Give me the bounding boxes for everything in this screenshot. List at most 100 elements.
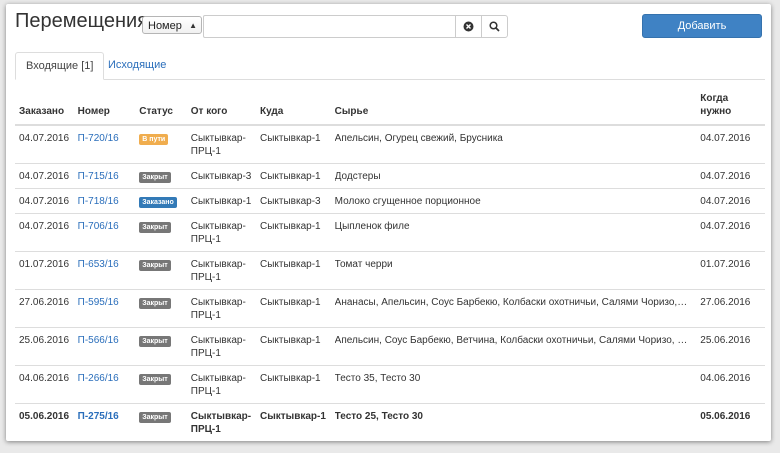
table-row[interactable]: 27.06.2016 П-595/16 Закрыт Сыктывкар-ПРЦ-1 С… <box>15 289 765 328</box>
cell-from-cell: Сыктывкар-3 <box>186 163 257 189</box>
cell-from: Сыктывкар-ПРЦ-1 <box>190 297 246 321</box>
cell-status-cell: Закрыт <box>135 403 187 441</box>
cell-to-cell: Сыктывкар-1 <box>256 289 331 328</box>
cell-to-cell: Сыктывкар-1 <box>256 124 331 164</box>
cell-ordered: 04.07.2016 <box>19 221 70 232</box>
cell-from: Сыктывкар-ПРЦ-1 <box>190 335 246 359</box>
cell-from-cell: Сыктывкар-ПРЦ-1 <box>186 251 257 290</box>
cell-materials: Ананасы, Апельсин, Соус Барбекю, Колбаск… <box>334 297 689 308</box>
cell-number-link[interactable]: П-718/16 <box>78 196 119 207</box>
cell-number-cell: П-706/16 <box>73 213 136 252</box>
status-badge: Закрыт <box>139 298 171 309</box>
cell-to: Сыктывкар-1 <box>260 335 321 346</box>
clear-search-button[interactable] <box>455 15 482 38</box>
cell-from: Сыктывкар-ПРЦ-1 <box>190 373 246 397</box>
cell-materials: Тесто 35, Тесто 30 <box>334 373 421 384</box>
cell-needed: 01.07.2016 <box>700 259 751 270</box>
cell-materials-cell: Цыпленок филе <box>330 213 697 252</box>
cell-materials-cell: Апельсин, Огурец свежий, Брусника <box>330 124 697 164</box>
status-badge: Заказано <box>139 197 177 208</box>
table-row[interactable]: 05.06.2016 П-275/16 Закрыт Сыктывкар-ПРЦ-1 С… <box>15 403 765 441</box>
cell-status-cell: Закрыт <box>135 289 187 328</box>
cell-to: Сыктывкар-1 <box>260 133 321 144</box>
cell-number-link[interactable]: П-566/16 <box>78 335 119 346</box>
cell-number-link[interactable]: П-720/16 <box>78 133 119 144</box>
column-header-to[interactable]: Куда <box>256 92 331 126</box>
cell-number-cell: П-718/16 <box>73 188 136 214</box>
cell-status-cell: Заказано <box>135 188 187 214</box>
cell-needed: 04.07.2016 <box>700 221 751 232</box>
cell-ordered: 04.06.2016 <box>19 373 70 384</box>
column-header-ordered[interactable]: Заказано <box>15 92 74 126</box>
add-transfer-button[interactable]: Добавить перемещение <box>642 14 762 54</box>
cell-from-cell: Сыктывкар-1 <box>186 188 257 214</box>
cell-number-cell: П-266/16 <box>73 365 136 404</box>
status-badge: В пути <box>139 134 169 145</box>
cell-status-cell: Закрыт <box>135 327 187 366</box>
cell-needed: 27.06.2016 <box>700 297 751 308</box>
cell-materials: Тесто 25, Тесто 30 <box>334 411 423 422</box>
cell-materials-cell: Додстеры <box>330 163 697 189</box>
search-button[interactable] <box>481 15 508 38</box>
cell-materials: Апельсин, Огурец свежий, Брусника <box>334 133 503 144</box>
table-row[interactable]: 04.06.2016 П-266/16 Закрыт Сыктывкар-ПРЦ-1 С… <box>15 365 765 404</box>
page-title: Перемещения <box>15 10 149 32</box>
cell-number-link[interactable]: П-275/16 <box>78 411 119 422</box>
status-badge: Закрыт <box>139 412 171 423</box>
column-header-status[interactable]: Статус <box>135 92 187 126</box>
cell-needed-cell: 05.06.2016 <box>696 403 765 441</box>
cell-from: Сыктывкар-ПРЦ-1 <box>190 259 246 283</box>
search-input[interactable] <box>203 15 456 38</box>
cell-number-link[interactable]: П-706/16 <box>78 221 119 232</box>
cell-materials-cell: Апельсин, Соус Барбекю, Ветчина, Колбаск… <box>330 327 697 366</box>
select-value: Номер <box>148 20 182 32</box>
table-row[interactable]: 04.07.2016 П-715/16 Закрыт Сыктывкар-3 Сыкты… <box>15 163 765 189</box>
table-row[interactable]: 25.06.2016 П-566/16 Закрыт Сыктывкар-ПРЦ-1 С… <box>15 327 765 366</box>
cell-from-cell: Сыктывкар-ПРЦ-1 <box>186 365 257 404</box>
cell-from-cell: Сыктывкар-ПРЦ-1 <box>186 403 257 441</box>
cell-to-cell: Сыктывкар-1 <box>256 327 331 366</box>
cell-from-cell: Сыктывкар-ПРЦ-1 <box>186 327 257 366</box>
cell-materials: Цыпленок филе <box>334 221 410 232</box>
cell-needed: 04.07.2016 <box>700 196 751 207</box>
cell-ordered-cell: 25.06.2016 <box>15 327 74 366</box>
column-header-materials[interactable]: Сырье <box>330 92 697 126</box>
cell-ordered-cell: 04.06.2016 <box>15 365 74 404</box>
cell-ordered: 25.06.2016 <box>19 335 70 346</box>
cell-status-cell: Закрыт <box>135 213 187 252</box>
cell-from: Сыктывкар-3 <box>190 171 252 182</box>
cell-to-cell: Сыктывкар-1 <box>256 163 331 189</box>
column-header-number[interactable]: Номер <box>73 92 136 126</box>
table-row[interactable]: 04.07.2016 П-718/16 Заказано Сыктывкар-1 Сык… <box>15 188 765 214</box>
tab-outgoing[interactable]: Исходящие <box>98 52 176 79</box>
search-field-select[interactable]: Номер ▲ <box>142 16 202 34</box>
cell-to-cell: Сыктывкар-1 <box>256 365 331 404</box>
tab-incoming[interactable]: Входящие [1] <box>15 52 105 80</box>
cell-materials-cell: Томат черри <box>330 251 697 290</box>
table-row[interactable]: 04.07.2016 П-720/16 В пути Сыктывкар-ПРЦ-1 С… <box>15 124 765 164</box>
cell-from: Сыктывкар-ПРЦ-1 <box>190 133 246 157</box>
status-badge: Закрыт <box>139 336 171 347</box>
column-header-from[interactable]: От кого <box>186 92 257 126</box>
cell-number-link[interactable]: П-715/16 <box>78 171 119 182</box>
cell-to-cell: Сыктывкар-1 <box>256 403 331 441</box>
table-row[interactable]: 01.07.2016 П-653/16 Закрыт Сыктывкар-ПРЦ-1 С… <box>15 251 765 290</box>
cell-number-link[interactable]: П-266/16 <box>78 373 119 384</box>
transfers-table: Заказано Номер Статус От кого Куда Сырье… <box>15 92 765 441</box>
cell-status-cell: Закрыт <box>135 163 187 189</box>
status-badge: Закрыт <box>139 374 171 385</box>
cell-number-cell: П-595/16 <box>73 289 136 328</box>
column-header-needed[interactable]: Когда нужно <box>696 92 765 126</box>
cell-needed-cell: 25.06.2016 <box>696 327 765 366</box>
table-row[interactable]: 04.07.2016 П-706/16 Закрыт Сыктывкар-ПРЦ-1 С… <box>15 213 765 252</box>
cell-ordered-cell: 05.06.2016 <box>15 403 74 441</box>
status-badge: Закрыт <box>139 222 171 233</box>
cell-to-cell: Сыктывкар-1 <box>256 251 331 290</box>
cell-number-cell: П-566/16 <box>73 327 136 366</box>
cell-ordered: 04.07.2016 <box>19 171 70 182</box>
search-icon <box>489 21 500 32</box>
cell-number-link[interactable]: П-595/16 <box>78 297 119 308</box>
cell-number-link[interactable]: П-653/16 <box>78 259 119 270</box>
cell-number-cell: П-275/16 <box>73 403 136 441</box>
status-badge: Закрыт <box>139 260 171 271</box>
